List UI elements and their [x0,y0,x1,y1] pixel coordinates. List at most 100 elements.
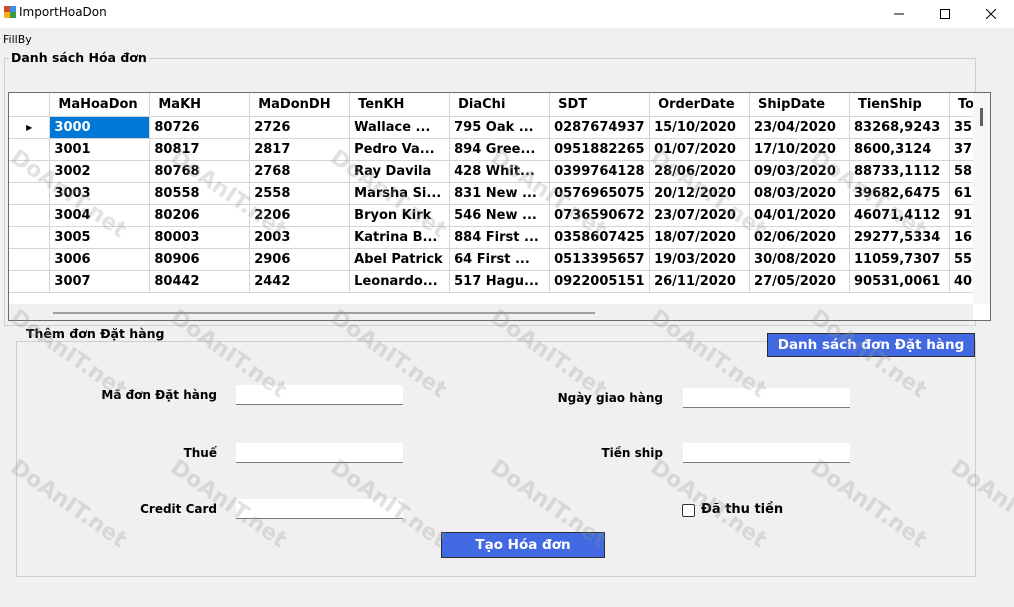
table-cell[interactable]: 80726 [149,116,251,139]
table-cell[interactable]: Bryon Kirk [349,204,451,227]
table-cell[interactable]: 80206 [149,204,251,227]
table-row[interactable]: ▶ 3000 80726 2726 Wallace ... 795 Oak ... 0287… [9,116,990,139]
table-row[interactable]: 3004 80206 2206 Bryon Kirk 546 New ... 073659… [9,204,990,227]
create-invoice-button[interactable]: Tạo Hóa đơn [441,532,605,558]
column-header[interactable]: MaHoaDon [49,93,151,117]
table-cell[interactable]: 884 First ... [449,226,551,249]
invoice-grid[interactable]: MaHoaDon MaKH MaDonDH TenKH DiaChi SDT O… [8,92,991,321]
table-cell[interactable]: 64 First ... [449,248,551,271]
table-cell[interactable]: 3007 [49,270,151,293]
row-header[interactable] [9,204,51,227]
menu-item-fillby[interactable]: FillBy [3,33,32,46]
table-cell[interactable]: 517 Hagu... [449,270,551,293]
table-cell[interactable]: 08/03/2020 [749,182,850,205]
table-cell[interactable]: 428 Whit... [449,160,551,183]
table-row[interactable]: 3006 80906 2906 Abel Patrick 64 First ... 051… [9,248,990,271]
column-header[interactable]: TienShip [849,93,950,117]
table-cell[interactable]: 83268,9243 [849,116,950,139]
column-header[interactable]: TenKH [349,93,451,117]
table-cell[interactable]: 546 New ... [449,204,551,227]
table-cell[interactable]: 88733,1112 [849,160,950,183]
table-cell[interactable]: 2817 [249,138,351,161]
table-cell[interactable]: Katrina B... [349,226,451,249]
table-cell[interactable]: 2003 [249,226,351,249]
table-cell[interactable]: 2906 [249,248,351,271]
table-cell[interactable]: 28/06/2020 [649,160,751,183]
table-cell[interactable]: 15/10/2020 [649,116,751,139]
table-cell[interactable]: 3005 [49,226,151,249]
table-cell[interactable]: 0399764128 [549,160,651,183]
minimize-button[interactable] [876,0,922,28]
row-header[interactable]: ▶ [9,116,51,139]
table-cell[interactable]: 19/03/2020 [649,248,751,271]
table-cell[interactable]: 17/10/2020 [749,138,850,161]
table-cell[interactable]: 3003 [49,182,151,205]
table-cell[interactable]: 80817 [149,138,251,161]
table-cell[interactable]: 831 New ... [449,182,551,205]
vertical-scrollbar[interactable] [973,93,990,304]
table-row[interactable]: 3007 80442 2442 Leonardo... 517 Hagu... 09220… [9,270,990,293]
table-cell[interactable]: 23/07/2020 [649,204,751,227]
column-header[interactable]: OrderDate [649,93,751,117]
table-cell[interactable]: 2726 [249,116,351,139]
table-row[interactable]: 3002 80768 2768 Ray Davila 428 Whit... 039976… [9,160,990,183]
maximize-button[interactable] [922,0,968,28]
shipping-fee-input[interactable] [683,443,850,463]
table-row[interactable]: 3003 80558 2558 Marsha Si... 831 New ... 0576… [9,182,990,205]
order-id-input[interactable] [236,385,403,405]
vertical-scroll-thumb[interactable] [980,108,983,126]
delivery-date-input[interactable] [683,388,850,408]
table-cell[interactable]: 29277,5334 [849,226,950,249]
table-cell[interactable]: 0736590672 [549,204,651,227]
table-cell[interactable]: 2442 [249,270,351,293]
table-cell[interactable]: Pedro Va... [349,138,451,161]
table-cell[interactable]: Leonardo... [349,270,451,293]
order-list-button[interactable]: Danh sách đơn Đặt hàng [767,333,975,357]
table-cell[interactable]: 795 Oak ... [449,116,551,139]
row-header[interactable] [9,138,51,161]
table-cell[interactable]: 2206 [249,204,351,227]
row-header-corner[interactable] [9,93,51,117]
table-cell[interactable]: 02/06/2020 [749,226,850,249]
table-cell[interactable]: 2768 [249,160,351,183]
table-cell[interactable]: 0951882265 [549,138,651,161]
column-header[interactable]: MaKH [149,93,251,117]
table-cell[interactable]: 80442 [149,270,251,293]
horizontal-scroll-thumb[interactable] [53,312,595,314]
table-cell[interactable]: 8600,3124 [849,138,950,161]
table-cell[interactable]: Wallace ... [349,116,451,139]
row-header[interactable] [9,270,51,293]
row-header[interactable] [9,182,51,205]
table-cell[interactable]: 3002 [49,160,151,183]
column-header[interactable]: ShipDate [749,93,850,117]
table-cell[interactable]: Marsha Si... [349,182,451,205]
table-cell[interactable]: 11059,7307 [849,248,950,271]
table-cell[interactable]: 27/05/2020 [749,270,850,293]
table-cell[interactable]: Ray Davila [349,160,451,183]
close-button[interactable] [968,0,1014,28]
table-cell[interactable]: 80558 [149,182,251,205]
paid-checkbox-label[interactable]: Đã thu tiền [701,502,783,517]
table-cell[interactable]: 3001 [49,138,151,161]
row-header[interactable] [9,160,51,183]
column-header[interactable]: MaDonDH [249,93,351,117]
table-cell[interactable]: 3000 [49,116,151,139]
table-cell[interactable]: 3006 [49,248,151,271]
table-cell[interactable]: 80003 [149,226,251,249]
table-cell[interactable]: 26/11/2020 [649,270,751,293]
table-cell[interactable]: 0358607425 [549,226,651,249]
table-cell[interactable]: 01/07/2020 [649,138,751,161]
table-cell[interactable]: 90531,0061 [849,270,950,293]
table-cell[interactable]: 20/12/2020 [649,182,751,205]
table-cell[interactable]: 18/07/2020 [649,226,751,249]
table-cell[interactable]: 80906 [149,248,251,271]
table-cell[interactable]: 0576965075 [549,182,651,205]
table-cell[interactable]: 23/04/2020 [749,116,850,139]
table-cell[interactable]: 30/08/2020 [749,248,850,271]
table-cell[interactable]: 0922005151 [549,270,651,293]
table-cell[interactable]: 0513395657 [549,248,651,271]
table-cell[interactable]: 2558 [249,182,351,205]
horizontal-scrollbar[interactable] [9,304,973,320]
table-cell[interactable]: 39682,6475 [849,182,950,205]
row-header[interactable] [9,226,51,249]
